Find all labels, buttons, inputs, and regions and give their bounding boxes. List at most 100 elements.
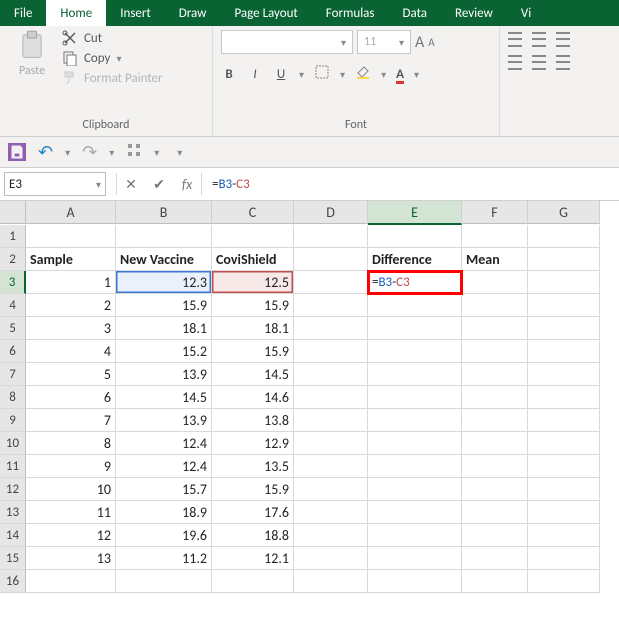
col-header-F[interactable]: F bbox=[462, 201, 528, 224]
tab-data[interactable]: Data bbox=[389, 0, 442, 26]
cell[interactable]: 19.6 bbox=[116, 524, 212, 547]
cell[interactable] bbox=[368, 547, 462, 570]
cell[interactable] bbox=[294, 386, 368, 409]
cell[interactable] bbox=[116, 570, 212, 593]
cell[interactable] bbox=[294, 225, 368, 248]
grow-font-button[interactable]: A bbox=[415, 33, 424, 52]
cell[interactable]: 8 bbox=[26, 432, 116, 455]
cell[interactable]: 17.6 bbox=[212, 501, 294, 524]
cell[interactable] bbox=[462, 294, 528, 317]
cell[interactable] bbox=[368, 409, 462, 432]
cell[interactable] bbox=[462, 317, 528, 340]
cell[interactable]: 12.4 bbox=[116, 455, 212, 478]
cell[interactable]: 15.2 bbox=[116, 340, 212, 363]
cell[interactable]: 12 bbox=[26, 524, 116, 547]
row-header[interactable]: 2 bbox=[0, 248, 26, 271]
cell[interactable] bbox=[368, 386, 462, 409]
cell[interactable] bbox=[528, 386, 600, 409]
cell[interactable] bbox=[294, 524, 368, 547]
cell[interactable] bbox=[462, 432, 528, 455]
cell[interactable]: 18.9 bbox=[116, 501, 212, 524]
cell[interactable]: 7 bbox=[26, 409, 116, 432]
cell[interactable]: 1 bbox=[26, 271, 116, 294]
font-name-select[interactable]: ▾ bbox=[221, 30, 353, 54]
paste-button[interactable]: Paste bbox=[8, 30, 56, 78]
cell-ref-C3[interactable]: 12.5 bbox=[212, 271, 294, 294]
cell[interactable]: 15.9 bbox=[116, 294, 212, 317]
cell[interactable]: 14.5 bbox=[116, 386, 212, 409]
cell[interactable]: 11 bbox=[26, 501, 116, 524]
cell[interactable] bbox=[528, 363, 600, 386]
tab-formulas[interactable]: Formulas bbox=[312, 0, 389, 26]
fill-color-button[interactable] bbox=[355, 64, 371, 84]
touch-mode-button[interactable] bbox=[126, 142, 142, 162]
borders-button[interactable] bbox=[314, 64, 330, 84]
cell[interactable] bbox=[294, 248, 368, 271]
cell[interactable] bbox=[462, 409, 528, 432]
cut-button[interactable]: Cut bbox=[62, 30, 163, 46]
cell[interactable]: New Vaccine bbox=[116, 248, 212, 271]
save-button[interactable] bbox=[8, 143, 26, 161]
cell[interactable] bbox=[462, 547, 528, 570]
cell[interactable]: 15.9 bbox=[212, 478, 294, 501]
cell[interactable] bbox=[368, 294, 462, 317]
shrink-font-button[interactable]: A bbox=[428, 36, 434, 49]
bold-button[interactable]: B bbox=[221, 67, 237, 82]
cell[interactable] bbox=[528, 478, 600, 501]
row-header[interactable]: 11 bbox=[0, 455, 26, 478]
tab-insert[interactable]: Insert bbox=[106, 0, 165, 26]
cell[interactable] bbox=[528, 340, 600, 363]
cell[interactable] bbox=[528, 317, 600, 340]
col-header-G[interactable]: G bbox=[528, 201, 600, 224]
cancel-button[interactable]: ✕ bbox=[117, 176, 145, 193]
cell[interactable] bbox=[294, 294, 368, 317]
row-header[interactable]: 6 bbox=[0, 340, 26, 363]
cell[interactable]: 12.1 bbox=[212, 547, 294, 570]
row-header[interactable]: 1 bbox=[0, 225, 26, 248]
row-header[interactable]: 8 bbox=[0, 386, 26, 409]
align-top-button[interactable] bbox=[508, 32, 522, 47]
row-header[interactable]: 5 bbox=[0, 317, 26, 340]
cell[interactable]: 12.4 bbox=[116, 432, 212, 455]
cell[interactable] bbox=[294, 570, 368, 593]
row-header[interactable]: 14 bbox=[0, 524, 26, 547]
cell[interactable] bbox=[462, 478, 528, 501]
cell[interactable] bbox=[26, 225, 116, 248]
align-left-button[interactable] bbox=[508, 55, 522, 70]
cell[interactable] bbox=[528, 501, 600, 524]
cell[interactable]: 6 bbox=[26, 386, 116, 409]
cell[interactable] bbox=[528, 432, 600, 455]
select-all-corner[interactable] bbox=[0, 201, 26, 224]
cell[interactable] bbox=[528, 248, 600, 271]
cell[interactable]: 13.5 bbox=[212, 455, 294, 478]
cell[interactable]: 13 bbox=[26, 547, 116, 570]
cell[interactable] bbox=[528, 547, 600, 570]
cell[interactable] bbox=[368, 478, 462, 501]
cell[interactable] bbox=[368, 340, 462, 363]
col-header-A[interactable]: A bbox=[26, 201, 116, 224]
cell[interactable] bbox=[116, 225, 212, 248]
cell[interactable] bbox=[294, 501, 368, 524]
cell[interactable] bbox=[368, 455, 462, 478]
row-header[interactable]: 3 bbox=[0, 271, 26, 294]
undo-button[interactable]: ↶ bbox=[38, 141, 53, 163]
cell[interactable]: 13.9 bbox=[116, 409, 212, 432]
cell[interactable] bbox=[462, 455, 528, 478]
align-center-button[interactable] bbox=[532, 55, 546, 70]
align-bottom-button[interactable] bbox=[556, 32, 570, 47]
cell-ref-B3[interactable]: 12.3 bbox=[116, 271, 212, 294]
cell[interactable]: 18.1 bbox=[212, 317, 294, 340]
row-header[interactable]: 10 bbox=[0, 432, 26, 455]
cell[interactable]: 18.8 bbox=[212, 524, 294, 547]
cell[interactable] bbox=[368, 225, 462, 248]
cell[interactable]: 10 bbox=[26, 478, 116, 501]
cell[interactable] bbox=[368, 363, 462, 386]
cell[interactable]: 13.9 bbox=[116, 363, 212, 386]
cell[interactable] bbox=[294, 432, 368, 455]
cell[interactable]: 15.7 bbox=[116, 478, 212, 501]
insert-function-button[interactable]: fx bbox=[173, 176, 201, 193]
cell[interactable] bbox=[368, 501, 462, 524]
enter-button[interactable]: ✔ bbox=[145, 176, 173, 193]
cell[interactable] bbox=[462, 524, 528, 547]
name-box[interactable]: E3 ▾ bbox=[4, 172, 106, 196]
